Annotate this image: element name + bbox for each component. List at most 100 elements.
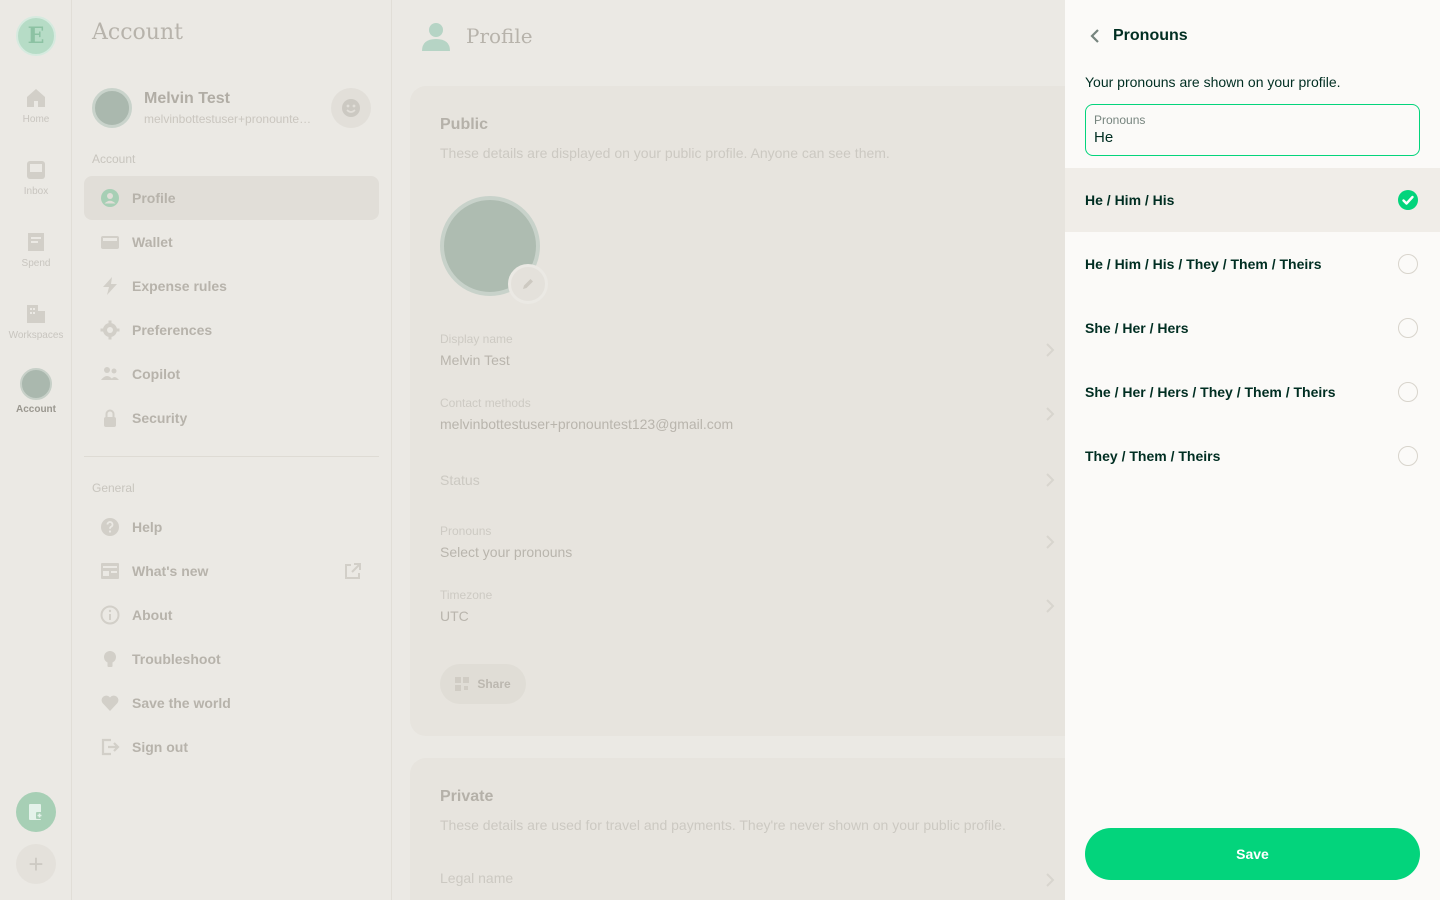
option-label: She / Her / Hers / They / Them / Theirs — [1085, 384, 1336, 400]
account-sidebar: Account Melvin Test melvinbottestuser+pr… — [72, 0, 392, 900]
sidebar-item-label: Save the world — [132, 695, 231, 711]
sidebar-item-label: Help — [132, 519, 163, 535]
sidebar-item-troubleshoot[interactable]: Troubleshoot — [84, 637, 379, 681]
status-emoji-button[interactable] — [331, 88, 371, 128]
chevron-right-icon — [1046, 873, 1055, 887]
heart-icon — [100, 693, 120, 713]
field-value: melvinbottestuser+pronountest123@gmail.c… — [440, 416, 734, 432]
rail-item-home[interactable]: Home — [0, 86, 72, 125]
sidebar-item-profile[interactable]: Profile — [84, 176, 379, 220]
rail-item-workspaces[interactable]: Workspaces — [0, 302, 72, 341]
nav-rail: E Home Inbox Spend Workspaces Account + — [0, 0, 72, 900]
info-icon — [100, 605, 120, 625]
page-title: Profile — [466, 24, 533, 48]
chevron-left-icon — [1090, 29, 1099, 43]
sidebar-item-label: Security — [132, 410, 188, 426]
sidebar-item-label: Copilot — [132, 366, 181, 382]
chevron-right-icon — [1046, 599, 1055, 613]
option-label: They / Them / Theirs — [1085, 448, 1221, 464]
sidebar-title: Account — [92, 20, 183, 45]
radio-button[interactable] — [1398, 254, 1418, 274]
wallet-icon — [100, 232, 120, 252]
pronoun-option[interactable]: He / Him / His — [1065, 168, 1440, 232]
rail-item-inbox[interactable]: Inbox — [0, 158, 72, 197]
radio-button[interactable] — [1398, 446, 1418, 466]
inbox-icon — [27, 161, 45, 179]
save-button[interactable]: Save — [1085, 828, 1420, 880]
legal-name-row[interactable]: Legal name — [440, 870, 1055, 887]
radio-button[interactable] — [1398, 382, 1418, 402]
lock-icon — [100, 408, 120, 428]
question-icon — [100, 517, 120, 537]
sidebar-item-whats-new[interactable]: What's new — [84, 549, 379, 593]
profile-page: Profile Public These details are display… — [392, 0, 1090, 900]
sidebar-item-help[interactable]: Help — [84, 505, 379, 549]
sidebar-item-sign-out[interactable]: Sign out — [84, 725, 379, 769]
lightning-icon — [100, 276, 120, 296]
user-card[interactable]: Melvin Test melvinbottestuser+pronountes… — [92, 88, 372, 128]
sidebar-item-label: Expense rules — [132, 278, 227, 294]
page-header: Profile — [420, 20, 533, 52]
workspaces-icon — [27, 305, 45, 323]
panel-title: Pronouns — [1113, 27, 1188, 44]
section-label-account: Account — [92, 152, 136, 166]
sidebar-item-preferences[interactable]: Preferences — [84, 308, 379, 352]
back-button[interactable] — [1085, 26, 1105, 46]
section-title: Private — [440, 788, 494, 805]
divider — [84, 456, 379, 457]
contact-methods-row[interactable]: Contact methods melvinbottestuser+pronou… — [440, 396, 1055, 432]
field-label: Display name — [440, 332, 513, 346]
status-row[interactable]: Status — [440, 466, 1055, 488]
sidebar-item-label: Sign out — [132, 739, 188, 755]
add-button[interactable]: + — [16, 844, 56, 884]
radio-button[interactable] — [1398, 318, 1418, 338]
display-name-row[interactable]: Display name Melvin Test — [440, 332, 1055, 368]
rail-item-account[interactable]: Account — [0, 368, 72, 415]
pronoun-option[interactable]: He / Him / His / They / Them / Theirs — [1065, 232, 1440, 296]
pronouns-field[interactable] — [1094, 129, 1411, 146]
field-label: Pronouns — [440, 524, 492, 538]
user-avatar — [92, 88, 132, 128]
share-button[interactable]: Share — [440, 664, 526, 704]
section-label-general: General — [92, 481, 135, 495]
expensify-logo[interactable]: E — [16, 16, 56, 56]
spend-icon — [28, 233, 44, 251]
receipt-plus-icon — [29, 804, 43, 820]
sidebar-item-about[interactable]: About — [84, 593, 379, 637]
sidebar-item-label: Preferences — [132, 322, 213, 338]
users-icon — [100, 364, 120, 384]
pronouns-row[interactable]: Pronouns Select your pronouns — [440, 524, 1055, 560]
sidebar-item-wallet[interactable]: Wallet — [84, 220, 379, 264]
smiley-icon — [342, 99, 360, 117]
sidebar-item-expense-rules[interactable]: Expense rules — [84, 264, 379, 308]
rail-item-spend[interactable]: Spend — [0, 230, 72, 269]
user-email: melvinbottestuser+pronountest123@gmail.c… — [144, 112, 314, 126]
option-label: He / Him / His / They / Them / Theirs — [1085, 256, 1322, 272]
user-name: Melvin Test — [144, 90, 230, 107]
gear-icon — [100, 320, 120, 340]
private-section: Private These details are used for trave… — [410, 758, 1090, 900]
chevron-right-icon — [1046, 343, 1055, 357]
chevron-right-icon — [1046, 535, 1055, 549]
timezone-row[interactable]: Timezone UTC — [440, 588, 1055, 624]
floating-action-button[interactable] — [16, 792, 56, 832]
field-value: Select your pronouns — [440, 544, 573, 560]
section-subtitle: These details are displayed on your publ… — [440, 145, 890, 161]
sidebar-item-label: Profile — [132, 190, 176, 206]
pronouns-input[interactable]: Pronouns — [1085, 104, 1420, 156]
sidebar-item-label: Troubleshoot — [132, 651, 221, 667]
qr-code-icon — [455, 677, 470, 691]
pronouns-panel: Pronouns Your pronouns are shown on your… — [1065, 0, 1440, 900]
pronoun-option[interactable]: She / Her / Hers — [1065, 296, 1440, 360]
rail-label-home: Home — [22, 114, 50, 125]
sidebar-item-label: About — [132, 607, 173, 623]
sidebar-item-copilot[interactable]: Copilot — [84, 352, 379, 396]
sidebar-item-save-the-world[interactable]: Save the world — [84, 681, 379, 725]
field-value: UTC — [440, 608, 469, 624]
edit-avatar-button[interactable] — [508, 264, 548, 304]
pronoun-option[interactable]: They / Them / Theirs — [1065, 424, 1440, 488]
checkmark-icon — [1398, 190, 1418, 210]
news-icon — [100, 561, 120, 581]
pronoun-option[interactable]: She / Her / Hers / They / Them / Theirs — [1065, 360, 1440, 424]
sidebar-item-security[interactable]: Security — [84, 396, 379, 440]
